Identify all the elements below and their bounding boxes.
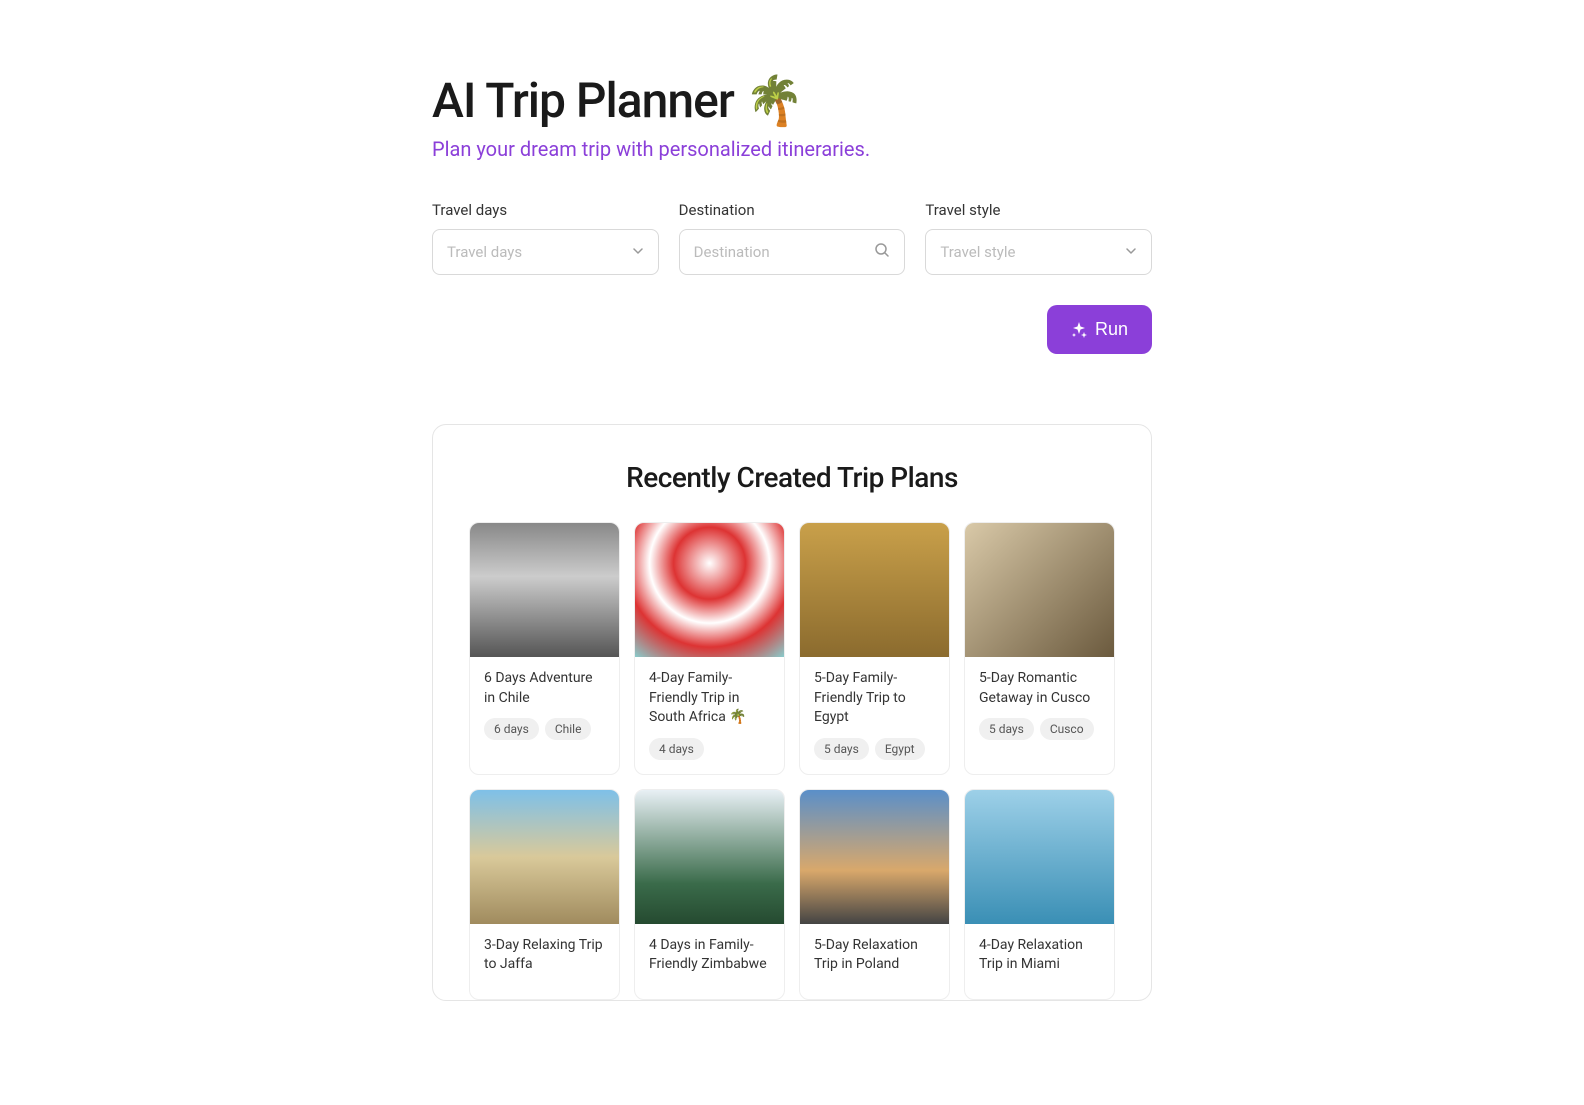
button-row: Run (432, 305, 1152, 354)
trip-title: 5-Day Relaxation Trip in Poland (814, 936, 935, 975)
trip-image (470, 790, 619, 924)
trip-tags: 4 days (649, 738, 770, 760)
travel-days-placeholder: Travel days (447, 243, 522, 261)
trip-tag-days: 5 days (979, 718, 1034, 740)
recent-panel: Recently Created Trip Plans 6 Days Adven… (432, 424, 1152, 1001)
trip-image (635, 790, 784, 924)
trip-content: 4-Day Relaxation Trip in Miami (965, 924, 1114, 999)
travel-days-select[interactable]: Travel days (432, 229, 659, 275)
travel-days-label: Travel days (432, 201, 659, 219)
trip-tag-location: Chile (545, 718, 592, 740)
trip-title: 5-Day Romantic Getaway in Cusco (979, 669, 1100, 708)
trip-image (800, 523, 949, 657)
travel-style-placeholder: Travel style (940, 243, 1015, 261)
trip-card[interactable]: 5-Day Relaxation Trip in Poland (799, 789, 950, 1000)
trip-image (965, 790, 1114, 924)
trip-tag-location: Cusco (1040, 718, 1094, 740)
trip-card[interactable]: 5-Day Romantic Getaway in Cusco 5 days C… (964, 522, 1115, 775)
trip-card[interactable]: 4 Days in Family-Friendly Zimbabwe (634, 789, 785, 1000)
trip-title: 4-Day Family-Friendly Trip in South Afri… (649, 669, 770, 728)
trip-content: 3-Day Relaxing Trip to Jaffa (470, 924, 619, 999)
trip-title: 5-Day Family-Friendly Trip to Egypt (814, 669, 935, 728)
trip-title: 6 Days Adventure in Chile (484, 669, 605, 708)
trip-content: 5-Day Family-Friendly Trip to Egypt 5 da… (800, 657, 949, 774)
sparkle-icon (1071, 322, 1087, 338)
trip-content: 5-Day Romantic Getaway in Cusco 5 days C… (965, 657, 1114, 754)
search-icon (874, 242, 890, 262)
trip-card[interactable]: 6 Days Adventure in Chile 6 days Chile (469, 522, 620, 775)
trip-content: 6 Days Adventure in Chile 6 days Chile (470, 657, 619, 754)
travel-days-group: Travel days Travel days (432, 201, 659, 275)
chevron-down-icon (1125, 245, 1137, 260)
trip-card[interactable]: 3-Day Relaxing Trip to Jaffa (469, 789, 620, 1000)
trip-image (635, 523, 784, 657)
trip-image (965, 523, 1114, 657)
trip-card[interactable]: 4-Day Relaxation Trip in Miami (964, 789, 1115, 1000)
destination-input[interactable]: Destination (679, 229, 906, 275)
trip-title: 4 Days in Family-Friendly Zimbabwe (649, 936, 770, 975)
chevron-down-icon (632, 245, 644, 260)
recent-heading: Recently Created Trip Plans (469, 461, 1115, 494)
run-button-label: Run (1095, 319, 1128, 340)
trip-card[interactable]: 4-Day Family-Friendly Trip in South Afri… (634, 522, 785, 775)
page-title: AI Trip Planner 🌴 (432, 72, 1152, 129)
run-button[interactable]: Run (1047, 305, 1152, 354)
trip-image (470, 523, 619, 657)
trip-tag-days: 6 days (484, 718, 539, 740)
trip-content: 4-Day Family-Friendly Trip in South Afri… (635, 657, 784, 774)
trip-content: 4 Days in Family-Friendly Zimbabwe (635, 924, 784, 999)
trip-title: 4-Day Relaxation Trip in Miami (979, 936, 1100, 975)
page-subtitle: Plan your dream trip with personalized i… (432, 137, 1152, 161)
destination-placeholder: Destination (694, 243, 770, 261)
trip-tags: 6 days Chile (484, 718, 605, 740)
trip-tag-location: Egypt (875, 738, 925, 760)
trip-tag-days: 5 days (814, 738, 869, 760)
form-row: Travel days Travel days Destination Dest… (432, 201, 1152, 275)
cards-grid: 6 Days Adventure in Chile 6 days Chile 4… (469, 522, 1115, 1000)
travel-style-select[interactable]: Travel style (925, 229, 1152, 275)
destination-group: Destination Destination (679, 201, 906, 275)
trip-tags: 5 days Cusco (979, 718, 1100, 740)
trip-content: 5-Day Relaxation Trip in Poland (800, 924, 949, 999)
trip-card[interactable]: 5-Day Family-Friendly Trip to Egypt 5 da… (799, 522, 950, 775)
trip-tag-days: 4 days (649, 738, 704, 760)
travel-style-label: Travel style (925, 201, 1152, 219)
trip-image (800, 790, 949, 924)
trip-title: 3-Day Relaxing Trip to Jaffa (484, 936, 605, 975)
trip-tags: 5 days Egypt (814, 738, 935, 760)
travel-style-group: Travel style Travel style (925, 201, 1152, 275)
destination-label: Destination (679, 201, 906, 219)
